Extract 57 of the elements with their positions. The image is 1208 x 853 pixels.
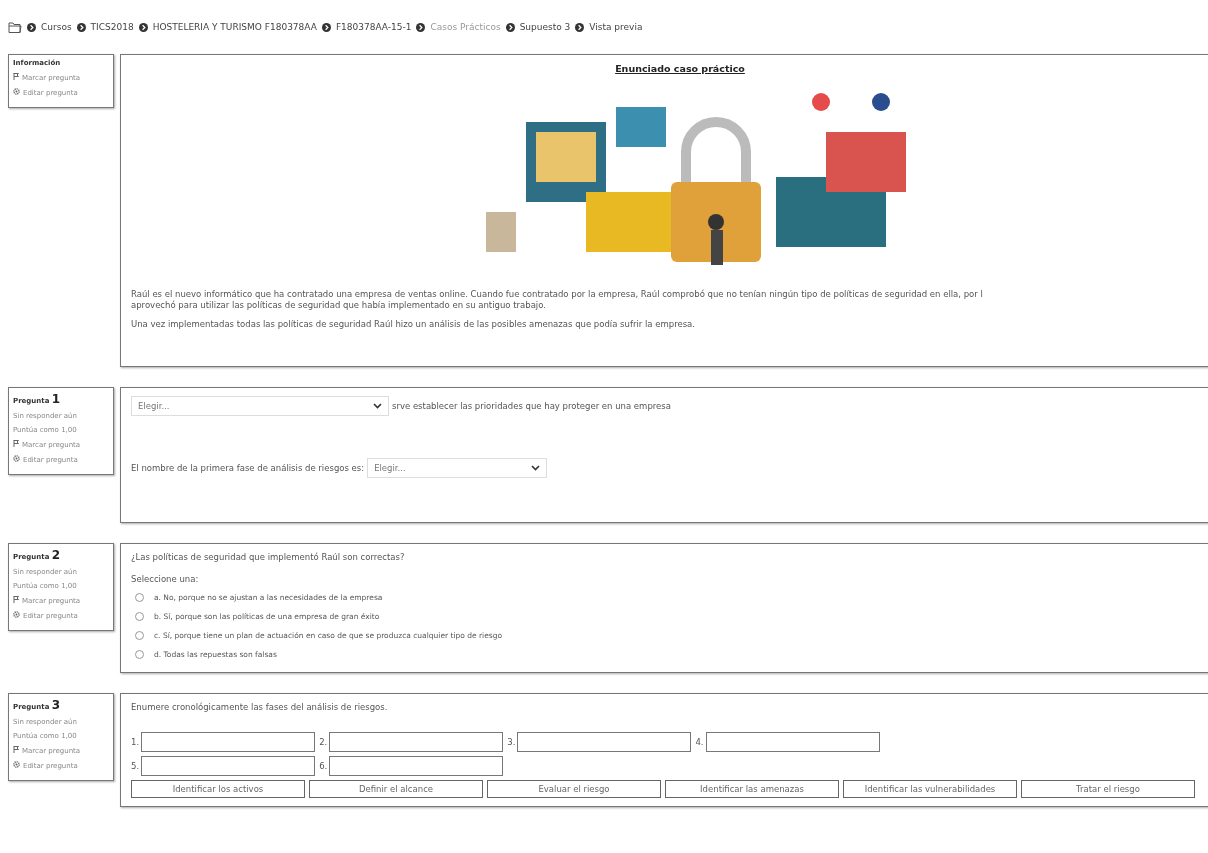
question-text: srve establecer las prioridades que hay proteger en una empresa xyxy=(392,401,671,411)
case-paragraph: Una vez implementadas todas las políticas de seguridad Raúl hizo un análisis de las posibles amenazas que podía sufrir la empresa. xyxy=(131,319,697,330)
question-text: El nombre de la primera fase de análisis de riesgos es: xyxy=(131,463,365,473)
draggable-answer[interactable]: Definir el alcance xyxy=(309,780,483,798)
question-number: 2 xyxy=(51,548,61,562)
slot-number: 4. xyxy=(695,737,704,747)
chevron-circle-icon xyxy=(138,22,148,32)
flag-icon[interactable] xyxy=(13,746,19,753)
breadcrumb-link[interactable]: HOSTELERIA Y TURISMO F180378AA xyxy=(152,22,317,32)
slot-number: 2. xyxy=(319,737,328,747)
draggable-answer[interactable]: Identificar las amenazas xyxy=(665,780,839,798)
flag-icon[interactable] xyxy=(13,596,19,603)
draggable-answer[interactable]: Tratar el riesgo xyxy=(1021,780,1195,798)
case-heading: Enunciado caso práctico xyxy=(614,63,746,74)
drop-zone[interactable] xyxy=(141,732,316,752)
draggable-answer[interactable]: Evaluar el riesgo xyxy=(487,780,661,798)
instruction-text: Seleccione una: xyxy=(131,574,200,584)
chevron-circle-icon xyxy=(76,22,86,32)
breadcrumb-link[interactable]: Supuesto 3 xyxy=(519,22,571,32)
drop-zone[interactable] xyxy=(329,756,504,776)
slot-number: 3. xyxy=(507,737,516,747)
flag-icon[interactable] xyxy=(13,440,19,447)
breadcrumb-link[interactable]: F180378AA-15-1 xyxy=(335,22,412,32)
flag-icon[interactable] xyxy=(13,73,19,80)
gear-icon[interactable] xyxy=(13,611,20,618)
case-paragraph: aprovechó para utilizar las políticas de seguridad que había implementado en su antiguo trabajo. xyxy=(131,300,547,311)
drop-zone[interactable] xyxy=(141,756,316,776)
question-text: Enumere cronológicamente las fases del análisis de riesgos. xyxy=(131,702,389,712)
drop-zone[interactable] xyxy=(329,732,504,752)
breadcrumb-link[interactable]: Vista previa xyxy=(589,22,643,32)
question-number: 1 xyxy=(51,392,61,406)
drop-zone[interactable] xyxy=(705,732,880,752)
answer-dropdown[interactable]: Elegir... xyxy=(367,458,548,478)
case-paragraph: Raúl es el nuevo informático que ha contratado una empresa de ventas online. Cuando fue contratado por la empresa, Raúl comprobó que no tenían ningún tipo de políticas de seguridad en ella, por l xyxy=(131,289,984,300)
chevron-circle-icon xyxy=(416,22,426,32)
draggable-answer[interactable]: Identificar los activos xyxy=(131,780,305,798)
draggable-answer[interactable]: Identificar las vulnerabilidades xyxy=(843,780,1017,798)
chevron-circle-icon xyxy=(27,22,36,32)
gear-icon[interactable] xyxy=(13,455,20,462)
folder-icon[interactable] xyxy=(8,21,22,33)
question-text: ¿Las políticas de seguridad que implementó Raúl son correctas? xyxy=(131,552,406,562)
breadcrumb-link: Casos Prácticos xyxy=(430,22,501,32)
chevron-circle-icon xyxy=(321,22,331,32)
breadcrumb-link[interactable]: TICS2018 xyxy=(90,22,134,32)
gear-icon[interactable] xyxy=(13,88,20,95)
chevron-circle-icon xyxy=(505,22,515,32)
slot-number: 6. xyxy=(319,761,328,771)
slot-number: 5. xyxy=(131,761,140,771)
chevron-down-icon[interactable] xyxy=(531,465,541,471)
chevron-down-icon[interactable] xyxy=(373,403,382,409)
breadcrumb-link[interactable]: Cursos xyxy=(41,22,72,32)
gear-icon[interactable] xyxy=(13,761,20,768)
question-number: 3 xyxy=(51,698,61,712)
answer-dropdown[interactable]: Elegir... xyxy=(131,396,389,416)
drop-zone[interactable] xyxy=(517,732,692,752)
chevron-circle-icon xyxy=(575,22,585,32)
slot-number: 1. xyxy=(131,737,140,747)
